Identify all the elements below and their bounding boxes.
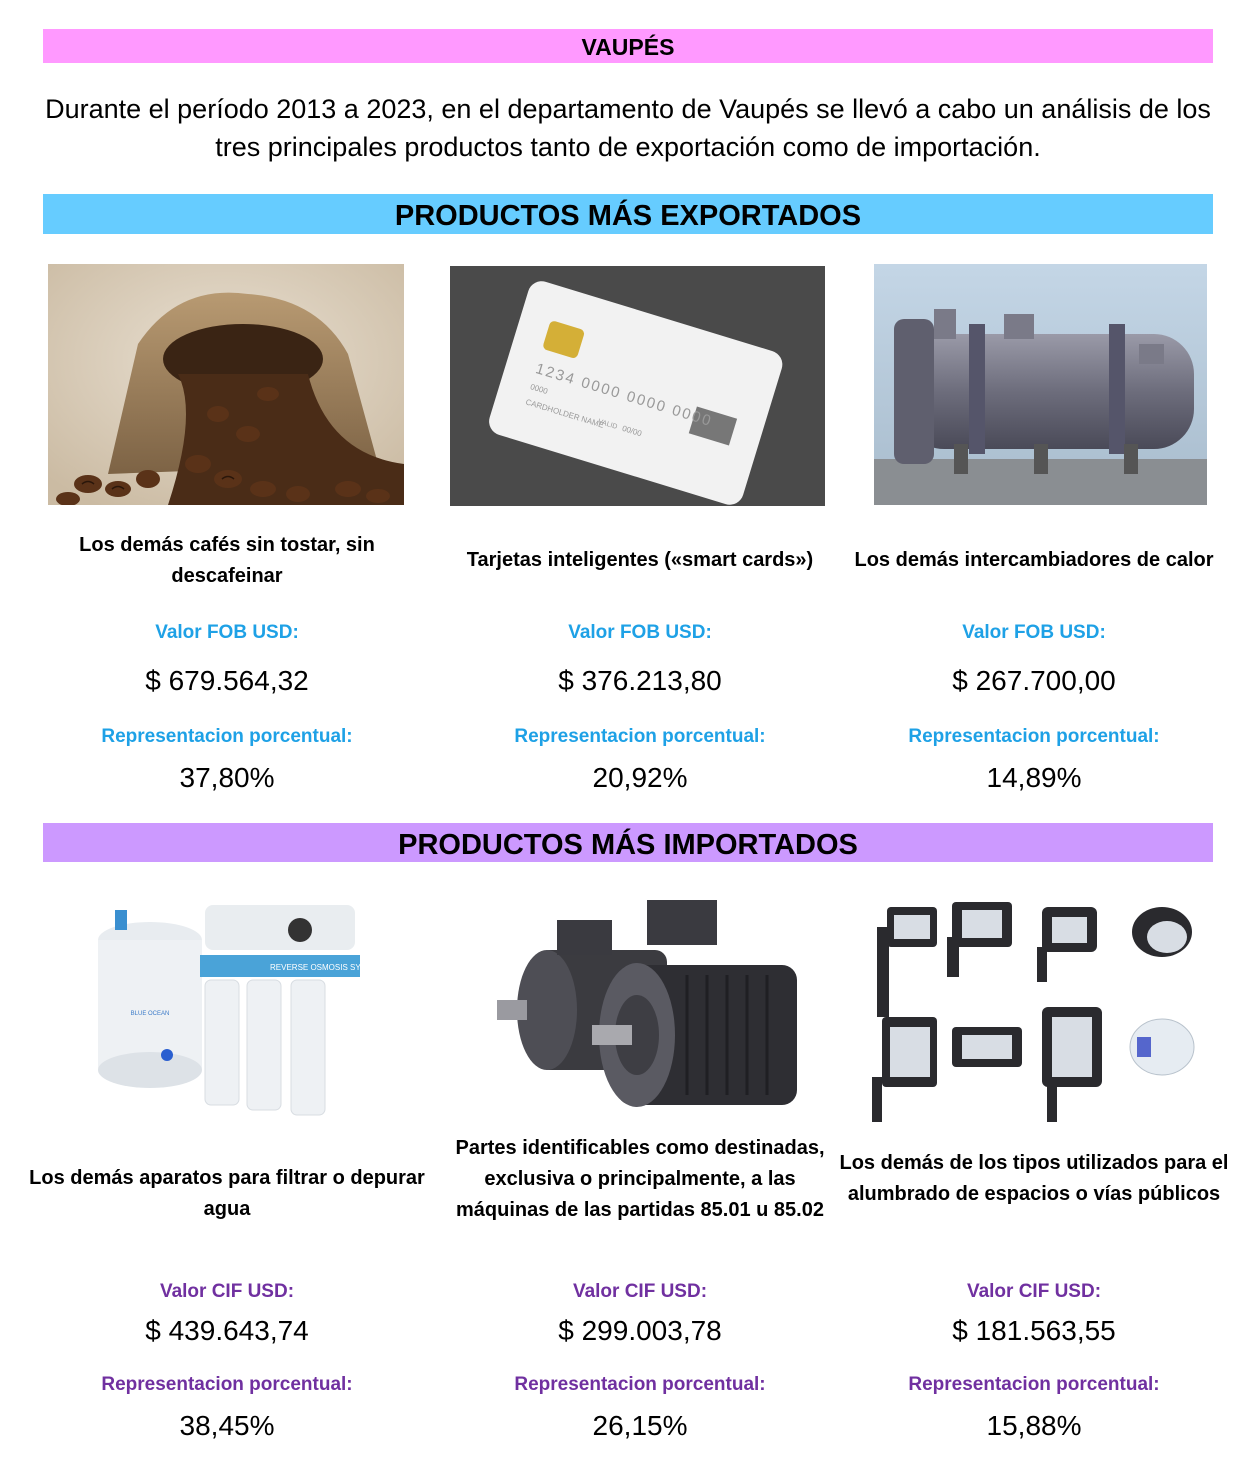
smart-card-image: 1234 0000 0000 0000 0000 VALID 00/00 CAR… [450,266,825,506]
export-item-3-value: $ 267.700,00 [952,665,1116,696]
export-item-1-share: 37,80% [179,762,275,793]
street-lights-image [862,887,1207,1127]
export-item-1-share-label: Representacion porcentual: [101,726,353,747]
heat-exchanger-image [874,264,1207,505]
export-item-2-share-label: Representacion porcentual: [514,726,766,747]
import-item-2-value: $ 299.003,78 [558,1315,722,1346]
imports-section-banner: PRODUCTOS MÁS IMPORTADOS [43,823,1213,862]
import-item-1-value-label: Valor CIF USD: [159,1281,295,1302]
import-item-3-value: $ 181.563,55 [952,1315,1116,1346]
import-item-1-name: Los demás aparatos para filtrar o depura… [29,1167,425,1220]
import-item-3-name: Los demás de los tipos utilizados para e… [839,1152,1229,1205]
export-item-3-share-label: Representacion porcentual: [908,726,1160,747]
imports-section-title: PRODUCTOS MÁS IMPORTADOS [398,829,858,861]
import-item-3-share: 15,88% [986,1410,1082,1441]
import-item-1-value: $ 439.643,74 [145,1315,309,1346]
export-item-3-name: Los demás intercambiadores de calor [854,549,1214,571]
export-item-1-value: $ 679.564,32 [145,665,309,696]
export-item-3-share: 14,89% [986,762,1082,793]
export-item-1-name: Los demás cafés sin tostar, sin descafei… [79,534,375,587]
water-filter-image: REVERSE OSMOSIS SYSTEM BLUE OCEAN [95,885,365,1125]
import-item-2-share: 26,15% [592,1410,688,1441]
export-item-2-name: Tarjetas inteligentes («smart cards») [466,549,814,571]
exports-section-title: PRODUCTOS MÁS EXPORTADOS [394,200,862,232]
export-item-3-value-label: Valor FOB USD: [962,622,1106,643]
coffee-beans-image [48,264,404,505]
electric-motors-image [497,890,802,1125]
export-item-2-value: $ 376.213,80 [558,665,722,696]
import-item-2-value-label: Valor CIF USD: [572,1281,708,1302]
exports-section-banner: PRODUCTOS MÁS EXPORTADOS [43,194,1213,234]
department-title-banner: VAUPÉS [43,29,1213,63]
import-item-3-share-label: Representacion porcentual: [908,1374,1160,1395]
import-item-1-share: 38,45% [179,1410,275,1441]
export-item-2-value-label: Valor FOB USD: [568,622,712,643]
export-item-2-share: 20,92% [592,762,688,793]
filter-strip-text: REVERSE OSMOSIS SYSTEM [270,963,365,972]
import-item-2-name: Partes identificables como destinadas, e… [455,1137,825,1221]
import-item-3-value-label: Valor CIF USD: [966,1281,1102,1302]
intro-paragraph: Durante el período 2013 a 2023, en el de… [45,94,1211,162]
import-item-2-share-label: Representacion porcentual: [514,1374,766,1395]
department-title: VAUPÉS [581,34,675,60]
import-item-1-share-label: Representacion porcentual: [101,1374,353,1395]
filter-brand-text: BLUE OCEAN [131,1011,170,1017]
export-item-1-value-label: Valor FOB USD: [155,622,299,643]
